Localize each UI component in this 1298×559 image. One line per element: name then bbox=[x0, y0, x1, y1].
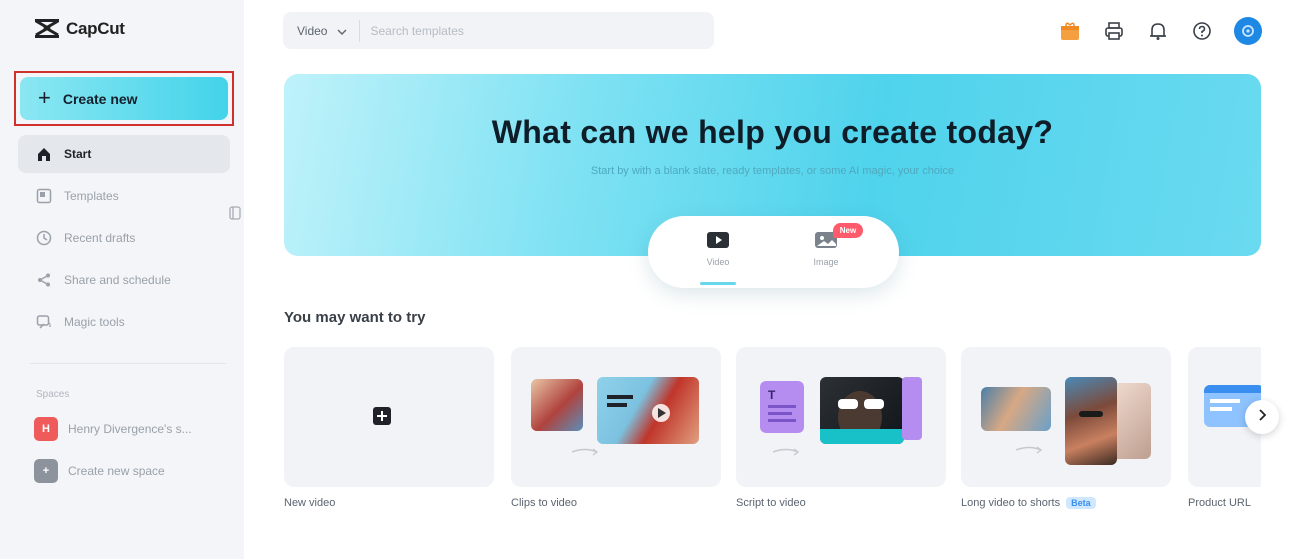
collapse-sidebar-icon[interactable] bbox=[229, 206, 241, 220]
gift-icon[interactable] bbox=[1058, 19, 1082, 43]
card-label-text: Clips to video bbox=[511, 497, 578, 509]
space-label: Henry Divergence's s... bbox=[68, 422, 192, 436]
sidebar-item-templates[interactable]: Templates bbox=[18, 177, 230, 215]
content-type-value: Video bbox=[297, 23, 328, 38]
logo-text: CapCut bbox=[66, 19, 125, 38]
active-tab-indicator bbox=[700, 282, 736, 285]
tab-label: Video bbox=[706, 257, 730, 267]
card-label: Product URL bbox=[1188, 497, 1261, 509]
card-label: New video bbox=[284, 497, 494, 509]
card-thumbnail[interactable] bbox=[284, 347, 494, 487]
capcut-logo-icon bbox=[34, 18, 60, 40]
tab-label: Image bbox=[813, 257, 839, 267]
create-new-space-button[interactable]: + Create new space bbox=[34, 459, 165, 483]
space-item-personal[interactable]: H Henry Divergence's s... bbox=[34, 417, 192, 441]
beta-badge: Beta bbox=[1066, 497, 1096, 509]
search-bar: Video bbox=[283, 12, 714, 49]
plus-icon: + bbox=[38, 84, 51, 110]
script-side-thumbnail bbox=[902, 377, 922, 440]
sidebar-item-label: Start bbox=[64, 147, 92, 161]
clip-thumbnail bbox=[531, 379, 583, 431]
space-avatar: H bbox=[34, 417, 58, 441]
sidebar-nav: Start Templates Recent drafts Share and … bbox=[18, 135, 230, 345]
card-thumbnail[interactable] bbox=[511, 347, 721, 487]
script-doc-thumbnail: T bbox=[760, 381, 804, 433]
long-video-thumbnail bbox=[981, 387, 1051, 431]
card-script-to-video[interactable]: T Script to video bbox=[736, 347, 946, 509]
arrow-icon bbox=[571, 448, 599, 456]
help-icon[interactable] bbox=[1190, 19, 1214, 43]
card-label-text: Long video to shorts bbox=[961, 497, 1061, 509]
short-thumbnail-front bbox=[1065, 377, 1117, 465]
sidebar-divider bbox=[30, 363, 226, 364]
svg-text:T: T bbox=[768, 388, 776, 402]
section-title: You may want to try bbox=[284, 309, 426, 326]
short-thumbnail-back bbox=[1111, 383, 1151, 459]
create-new-label: Create new bbox=[62, 90, 138, 107]
space-label: Create new space bbox=[68, 464, 165, 478]
result-thumbnail bbox=[820, 377, 904, 444]
arrow-icon bbox=[1015, 446, 1043, 454]
search-input[interactable] bbox=[360, 23, 661, 38]
chevron-down-icon bbox=[337, 24, 347, 38]
card-thumbnail[interactable] bbox=[961, 347, 1171, 487]
printer-icon[interactable] bbox=[1102, 19, 1126, 43]
sidebar-item-label: Templates bbox=[64, 189, 119, 203]
video-icon bbox=[706, 230, 730, 252]
clock-icon bbox=[36, 230, 52, 246]
card-long-video-to-shorts[interactable]: Long video to shorts Beta bbox=[961, 347, 1171, 509]
card-thumbnail[interactable]: T bbox=[736, 347, 946, 487]
user-avatar[interactable] bbox=[1234, 17, 1262, 45]
carousel-next-button[interactable] bbox=[1245, 400, 1279, 434]
templates-icon bbox=[36, 188, 52, 204]
sidebar-item-label: Recent drafts bbox=[64, 231, 136, 245]
add-icon bbox=[373, 407, 391, 430]
header-actions bbox=[1058, 17, 1262, 45]
home-icon bbox=[36, 146, 52, 162]
magic-icon bbox=[36, 314, 52, 330]
result-thumbnail bbox=[597, 377, 699, 444]
chevron-right-icon bbox=[1257, 408, 1267, 426]
spaces-heading: Spaces bbox=[36, 389, 70, 400]
media-type-switcher: Video Image New bbox=[648, 216, 899, 288]
card-label: Clips to video bbox=[511, 497, 721, 509]
card-new-video[interactable]: New video bbox=[284, 347, 494, 509]
space-add-avatar: + bbox=[34, 459, 58, 483]
tab-video[interactable]: Video bbox=[688, 230, 748, 267]
sidebar-item-label: Share and schedule bbox=[64, 273, 171, 287]
sidebar-item-label: Magic tools bbox=[64, 315, 125, 329]
card-clips-to-video[interactable]: Clips to video bbox=[511, 347, 721, 509]
try-cards-row: New video Clips to video T Script to vid… bbox=[284, 347, 1261, 527]
sidebar-item-share-and-schedule[interactable]: Share and schedule bbox=[18, 261, 230, 299]
share-icon bbox=[36, 272, 52, 288]
hero-subtitle: Start by with a blank slate, ready templ… bbox=[590, 165, 955, 177]
card-label: Long video to shorts Beta bbox=[961, 497, 1171, 509]
sidebar: CapCut + Create new Start Templates Rece… bbox=[0, 0, 244, 559]
sidebar-item-start[interactable]: Start bbox=[18, 135, 230, 173]
hero-title: What can we help you create today? bbox=[491, 114, 1054, 150]
capcut-logo[interactable]: CapCut bbox=[34, 18, 125, 40]
card-label-text: Product URL bbox=[1188, 497, 1251, 509]
bell-icon[interactable] bbox=[1146, 19, 1170, 43]
content-type-select[interactable]: Video bbox=[283, 19, 361, 42]
create-new-button[interactable]: + Create new bbox=[20, 77, 228, 120]
sidebar-item-magic-tools[interactable]: Magic tools bbox=[18, 303, 230, 341]
card-label-text: Script to video bbox=[736, 497, 806, 509]
sidebar-item-recent-drafts[interactable]: Recent drafts bbox=[18, 219, 230, 257]
capcut-app: CapCut + Create new Start Templates Rece… bbox=[0, 0, 1298, 559]
card-label-text: New video bbox=[284, 497, 336, 509]
arrow-icon bbox=[772, 448, 800, 456]
card-label: Script to video bbox=[736, 497, 946, 509]
new-badge: New bbox=[833, 223, 863, 238]
